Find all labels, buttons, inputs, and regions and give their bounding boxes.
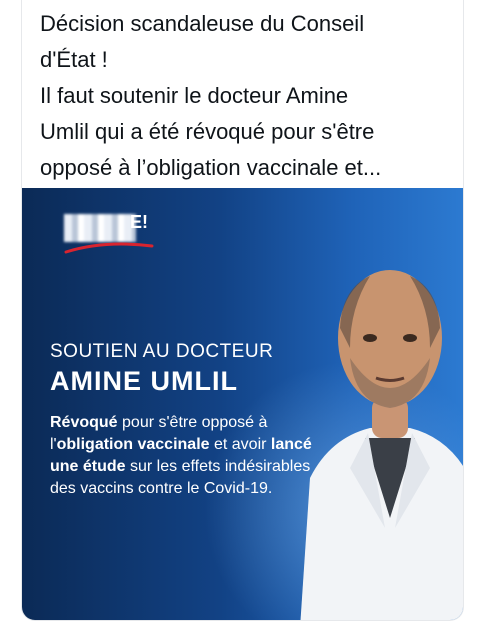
tweet-card[interactable]: Décision scandaleuse du Conseil d'État !… xyxy=(21,0,464,621)
poster-text: SOUTIEN AU DOCTEUR AMINE UMLIL Révoqué p… xyxy=(50,340,320,500)
headline-line1: SOUTIEN AU DOCTEUR xyxy=(50,341,274,362)
tweet-text: Décision scandaleuse du Conseil d'État !… xyxy=(40,11,382,180)
poster-body: Révoqué pour s'être opposé à l'obligatio… xyxy=(50,412,320,500)
headline-line2: AMINE UMLIL xyxy=(50,366,238,396)
logo-suffix: E! xyxy=(130,212,148,232)
tweet-media-image[interactable]: E! SOUTIEN AU DOCTEUR AMINE UMLIL Révoqu… xyxy=(22,188,463,620)
body-bold-1: Révoqué xyxy=(50,414,118,431)
blurred-logo xyxy=(64,214,136,242)
body-text-4: et avoir xyxy=(209,436,271,453)
body-bold-3: obligation vaccinale xyxy=(56,436,210,453)
swoosh-icon xyxy=(64,242,154,254)
